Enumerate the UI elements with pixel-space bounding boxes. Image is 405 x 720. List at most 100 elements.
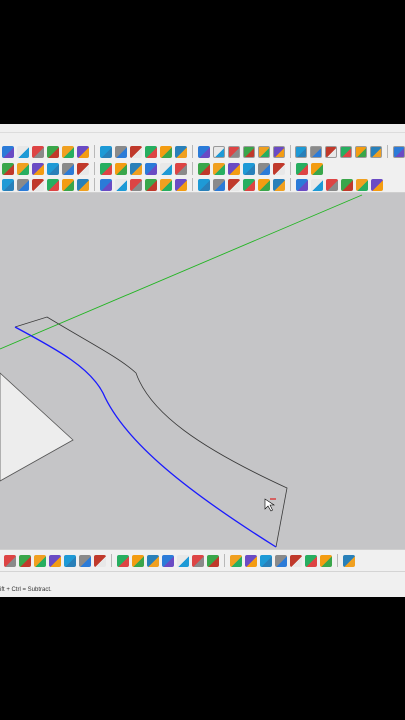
circle-green-icon[interactable]: [343, 554, 355, 567]
copy-icon[interactable]: [311, 162, 323, 175]
hex-icon[interactable]: [77, 178, 89, 191]
top-view-icon[interactable]: [212, 145, 225, 158]
house-icon[interactable]: [296, 178, 308, 191]
iso-view-icon[interactable]: [197, 145, 210, 158]
sheet-2-icon[interactable]: [130, 178, 142, 191]
sheet-7-icon[interactable]: [213, 178, 225, 191]
shaded-icon[interactable]: [340, 145, 353, 158]
walk-icon[interactable]: [47, 145, 59, 158]
shrink-icon[interactable]: [64, 554, 76, 567]
style-icon[interactable]: [145, 162, 157, 175]
sheet-8-icon[interactable]: [228, 178, 240, 191]
tree-icon[interactable]: [177, 554, 189, 567]
warehouse-icon[interactable]: [77, 162, 89, 175]
next-icon[interactable]: [258, 162, 270, 175]
nurbs-icon[interactable]: [371, 178, 383, 191]
move-all-icon[interactable]: [132, 554, 144, 567]
tape-icon[interactable]: [257, 145, 270, 158]
settings-hex-icon[interactable]: [160, 162, 172, 175]
mirror-icon[interactable]: [144, 145, 157, 158]
cube-red-icon[interactable]: [115, 162, 127, 175]
cube-green-icon[interactable]: [130, 162, 142, 175]
orbit-icon[interactable]: [99, 145, 112, 158]
scissors-icon[interactable]: [17, 178, 29, 191]
box-icon[interactable]: [393, 145, 405, 158]
coins-4-icon[interactable]: [260, 554, 272, 567]
scene-svg[interactable]: [0, 193, 405, 549]
frame-2-icon[interactable]: [62, 178, 74, 191]
toolbar-separator: [224, 554, 225, 567]
section-plane-icon[interactable]: [129, 145, 142, 158]
toolbar-separator: [111, 554, 112, 567]
tag-icon[interactable]: [290, 554, 302, 567]
push-pull-icon[interactable]: [47, 162, 59, 175]
pencil-icon[interactable]: [311, 178, 323, 191]
lasso-select-icon[interactable]: [34, 554, 46, 567]
gear-icon[interactable]: [295, 145, 308, 158]
add-location-icon[interactable]: [174, 145, 187, 158]
material-orange-icon[interactable]: [2, 178, 14, 191]
component-icon[interactable]: [325, 145, 338, 158]
person-icon[interactable]: [159, 145, 172, 158]
pan-icon[interactable]: [32, 145, 44, 158]
sheet-4-icon[interactable]: [160, 178, 172, 191]
section-icon[interactable]: [114, 145, 127, 158]
lasso-icon[interactable]: [17, 145, 29, 158]
model-viewport[interactable]: [0, 193, 405, 549]
curve-icon[interactable]: [32, 178, 44, 191]
coins-icon[interactable]: [207, 554, 219, 567]
prev-next-icon[interactable]: [94, 554, 106, 567]
cloud-icon[interactable]: [370, 145, 383, 158]
camera-icon[interactable]: [242, 145, 255, 158]
tag-2-icon[interactable]: [305, 554, 317, 567]
sheet-icon[interactable]: [115, 178, 127, 191]
molecule-icon[interactable]: [100, 178, 112, 191]
paper-icon[interactable]: [320, 554, 332, 567]
settings-hex-2-icon[interactable]: [175, 162, 187, 175]
view-icon[interactable]: [117, 554, 129, 567]
paint-icon[interactable]: [2, 162, 14, 175]
zoom-icon[interactable]: [62, 145, 74, 158]
cursor-icon: [264, 498, 276, 512]
box-solid-icon[interactable]: [17, 162, 29, 175]
sheet-9-icon[interactable]: [243, 178, 255, 191]
undo-icon[interactable]: [198, 162, 210, 175]
frame-icon[interactable]: [47, 178, 59, 191]
coins-3-icon[interactable]: [245, 554, 257, 567]
sweep-icon[interactable]: [341, 178, 353, 191]
capture-icon[interactable]: [243, 162, 255, 175]
paint-bucket-icon[interactable]: [100, 162, 112, 175]
select-icon[interactable]: [2, 145, 14, 158]
rotate-icon[interactable]: [272, 145, 285, 158]
drop-icon[interactable]: [162, 554, 174, 567]
zoom-extents-icon[interactable]: [77, 145, 89, 158]
layer-icon[interactable]: [32, 162, 44, 175]
ground-plane-face[interactable]: [0, 372, 74, 482]
toolbar-separator: [94, 162, 95, 175]
sheet-5-icon[interactable]: [175, 178, 187, 191]
material-icon[interactable]: [355, 145, 368, 158]
sheet-3-icon[interactable]: [145, 178, 157, 191]
group-icon[interactable]: [296, 162, 308, 175]
coins-5-icon[interactable]: [275, 554, 287, 567]
arc-icon[interactable]: [326, 178, 338, 191]
toolbar-row-3: [0, 176, 405, 193]
filter-icon[interactable]: [19, 554, 31, 567]
fold-icon[interactable]: [273, 178, 285, 191]
toolbar-separator: [94, 178, 95, 191]
front-view-icon[interactable]: [227, 145, 240, 158]
cube-icon[interactable]: [310, 145, 323, 158]
shield-icon[interactable]: [192, 554, 204, 567]
coins-2-icon[interactable]: [230, 554, 242, 567]
funnel-icon[interactable]: [4, 554, 16, 567]
explode-icon[interactable]: [49, 554, 61, 567]
shadow-icon[interactable]: [273, 162, 285, 175]
spread-icon[interactable]: [147, 554, 159, 567]
bend-icon[interactable]: [356, 178, 368, 191]
expand-icon[interactable]: [79, 554, 91, 567]
sheet-10-icon[interactable]: [258, 178, 270, 191]
dims-icon[interactable]: [62, 162, 74, 175]
redo-icon[interactable]: [213, 162, 225, 175]
sheet-6-icon[interactable]: [198, 178, 210, 191]
play-icon[interactable]: [228, 162, 240, 175]
